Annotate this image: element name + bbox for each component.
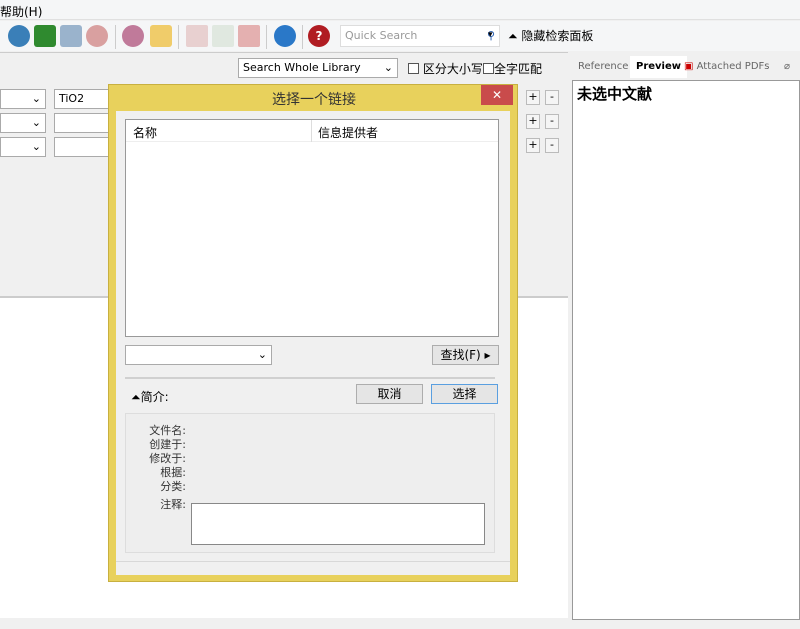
search-term-1[interactable]: TiO2 bbox=[54, 89, 114, 109]
hide-panel-button[interactable]: ⏶ 隐藏检索面板 bbox=[508, 27, 593, 44]
whole-word-checkbox[interactable]: 全字匹配 bbox=[483, 60, 542, 77]
folder-icon[interactable] bbox=[150, 25, 172, 47]
tab-attached-pdfs[interactable]: ▣ Attached PDFs bbox=[678, 56, 775, 78]
menu-help[interactable]: 帮助(H) bbox=[0, 5, 42, 19]
help-icon[interactable]: ? bbox=[308, 25, 330, 47]
field-select-3[interactable]: ⌄ bbox=[0, 137, 46, 157]
select-link-dialog: 选择一个链接 ✕ 名称 信息提供者 ⌄ 查找(F) ▸ ⏶简介: 取消 选择 文… bbox=[108, 84, 518, 582]
find-button[interactable]: 查找(F) ▸ bbox=[432, 345, 499, 365]
field-source: 根据: bbox=[160, 466, 186, 479]
provider-select[interactable]: ⌄ bbox=[125, 345, 272, 365]
quick-search-input[interactable]: Quick Search ⚲ bbox=[340, 25, 500, 47]
field-category: 分类: bbox=[160, 480, 186, 493]
checklist-icon[interactable] bbox=[212, 25, 234, 47]
add-row-button[interactable]: + bbox=[526, 114, 540, 129]
preview-message: 未选中文献 bbox=[572, 80, 800, 620]
edit-doc-icon[interactable] bbox=[238, 25, 260, 47]
search-dropdown-icon[interactable]: ▾ bbox=[488, 30, 493, 40]
field-created: 创建于: bbox=[149, 438, 186, 451]
field-select-1[interactable]: ⌄ bbox=[0, 89, 46, 109]
search-term-2[interactable] bbox=[54, 113, 114, 133]
details-panel: 文件名: 创建于: 修改于: 根据: 分类: 注释: bbox=[125, 413, 495, 553]
search-scope-select[interactable]: Search Whole Library ⌄ bbox=[238, 58, 398, 78]
add-row-button[interactable]: + bbox=[526, 138, 540, 153]
right-panel: Reference Preview ▣ Attached PDFs ⌀ 未选中文… bbox=[570, 52, 800, 622]
menu-bar: 帮助(H) bbox=[0, 0, 800, 20]
cancel-button[interactable]: 取消 bbox=[356, 384, 423, 404]
remove-row-button[interactable]: - bbox=[545, 90, 559, 105]
web-import-icon[interactable] bbox=[86, 25, 108, 47]
select-button[interactable]: 选择 bbox=[431, 384, 498, 404]
field-modified: 修改于: bbox=[149, 452, 186, 465]
import-doc-icon[interactable] bbox=[186, 25, 208, 47]
link-list[interactable]: 名称 信息提供者 bbox=[125, 119, 499, 337]
summary-toggle[interactable]: ⏶简介: bbox=[131, 388, 169, 405]
field-select-2[interactable]: ⌄ bbox=[0, 113, 46, 133]
case-sensitive-checkbox[interactable]: 区分大小写 bbox=[408, 60, 483, 77]
sync-icon[interactable] bbox=[274, 25, 296, 47]
back-arrow-icon[interactable] bbox=[34, 25, 56, 47]
globe-icon[interactable] bbox=[122, 25, 144, 47]
column-provider[interactable]: 信息提供者 bbox=[318, 124, 378, 141]
notes-label: 注释: bbox=[160, 498, 186, 511]
field-filename: 文件名: bbox=[149, 424, 186, 437]
up-arrow-icon[interactable] bbox=[60, 25, 82, 47]
close-icon[interactable]: ✕ bbox=[481, 85, 513, 105]
search-term-3[interactable] bbox=[54, 137, 114, 157]
tab-reference[interactable]: Reference bbox=[572, 56, 634, 78]
add-row-button[interactable]: + bbox=[526, 90, 540, 105]
search-icon[interactable] bbox=[8, 25, 30, 47]
column-name[interactable]: 名称 bbox=[133, 124, 157, 141]
paperclip-icon[interactable]: ⌀ bbox=[778, 56, 796, 78]
dialog-title: 选择一个链接 bbox=[272, 92, 356, 108]
notes-textarea[interactable] bbox=[191, 503, 485, 545]
pdf-icon: ▣ bbox=[684, 61, 694, 72]
remove-row-button[interactable]: - bbox=[545, 138, 559, 153]
remove-row-button[interactable]: - bbox=[545, 114, 559, 129]
